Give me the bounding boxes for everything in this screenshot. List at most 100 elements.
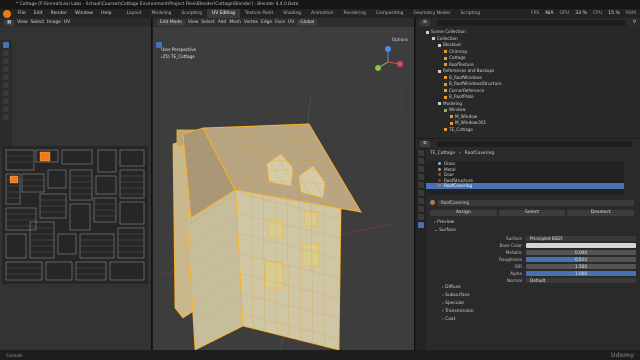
param-slider[interactable]: 1.500 xyxy=(526,263,636,270)
relax-tool-icon[interactable] xyxy=(3,106,9,112)
vp-menu-mesh[interactable]: Mesh xyxy=(229,20,241,25)
menu-render[interactable]: Render xyxy=(47,9,71,18)
preview-section[interactable]: › Preview xyxy=(426,219,636,227)
surface-shader-field[interactable]: Principled BSDF xyxy=(526,235,636,242)
move-icon[interactable] xyxy=(156,58,162,64)
vp-menu-add[interactable]: Add xyxy=(218,20,227,25)
subsection-header[interactable]: › Specular xyxy=(426,300,636,308)
filter-icon[interactable]: ⚲ xyxy=(633,20,636,25)
menu-help[interactable]: Help xyxy=(97,9,115,18)
tab-texture-paint[interactable]: Texture Paint xyxy=(240,9,278,18)
subsection-header[interactable]: › Transmission xyxy=(426,308,636,316)
annotate-tool-icon[interactable] xyxy=(3,90,9,96)
scale-tool-icon[interactable] xyxy=(3,74,9,80)
menu-window[interactable]: Window xyxy=(71,9,97,18)
vp-menu-vertex[interactable]: Vertex xyxy=(244,20,258,25)
material-tab-icon[interactable] xyxy=(418,222,424,228)
zoom-icon[interactable] xyxy=(403,86,409,92)
deselect-button[interactable]: Deselect xyxy=(567,209,635,216)
rotate-tool-icon[interactable] xyxy=(3,66,9,72)
properties-type-icon[interactable]: ⚙ xyxy=(420,140,430,147)
tab-geometry-nodes[interactable]: Geometry Nodes xyxy=(408,9,455,18)
world-tab-icon[interactable] xyxy=(418,190,424,196)
tab-scripting[interactable]: Scripting xyxy=(455,9,485,18)
subsection-header[interactable]: › Diffuse xyxy=(426,284,636,292)
material-slot-label: Door xyxy=(444,172,455,177)
subsection-header[interactable]: › Subsurface xyxy=(426,292,636,300)
uv-menu-view[interactable]: View xyxy=(17,20,27,25)
camera-view-icon[interactable] xyxy=(403,102,409,108)
surface-section[interactable]: ⌄ Surface xyxy=(426,227,636,235)
subsection-header[interactable]: › Coat xyxy=(426,316,636,324)
param-slider[interactable]: 0.500 xyxy=(526,256,636,263)
modifier-tab-icon[interactable] xyxy=(418,206,424,212)
base-color-swatch[interactable] xyxy=(526,242,636,249)
select-button[interactable]: Select xyxy=(498,209,566,216)
blender-logo-icon[interactable] xyxy=(3,9,11,18)
outliner-search-input[interactable] xyxy=(436,19,626,26)
outliner-item-icon xyxy=(438,102,441,105)
assign-button[interactable]: Assign xyxy=(430,209,497,216)
vp-menu-uv[interactable]: UV xyxy=(288,20,294,25)
properties-search-input[interactable] xyxy=(436,140,632,147)
material-swatch-icon xyxy=(438,162,441,166)
rotate-icon[interactable] xyxy=(156,66,162,72)
uv-menu-uv[interactable]: UV xyxy=(64,20,70,25)
tab-animation[interactable]: Animation xyxy=(306,9,338,18)
pan-icon[interactable] xyxy=(403,94,409,100)
navigation-gizmo[interactable] xyxy=(370,44,406,80)
cottage-mesh[interactable] xyxy=(161,94,391,350)
normal-field[interactable]: Default xyxy=(526,277,636,284)
viewport-overlay-text: User Perspective (25) TE_Cottage xyxy=(161,46,196,60)
base-color-row: Base Color xyxy=(426,242,636,249)
tab-sculpting[interactable]: Sculpting xyxy=(176,9,207,18)
select-tool-icon[interactable] xyxy=(3,42,9,48)
material-sphere-icon[interactable] xyxy=(430,200,435,205)
cursor-tool-icon[interactable] xyxy=(3,50,9,56)
editor-type-icon[interactable]: ▦ xyxy=(4,19,15,26)
menu-edit[interactable]: Edit xyxy=(30,9,47,18)
vp-menu-edge[interactable]: Edge xyxy=(261,20,272,25)
param-slider[interactable]: 1.000 xyxy=(526,270,636,277)
scale-icon[interactable] xyxy=(156,74,162,80)
tab-layout[interactable]: Layout xyxy=(122,9,147,18)
tab-compositing[interactable]: Compositing xyxy=(371,9,409,18)
surface-label: Surface xyxy=(506,236,522,241)
tab-modeling[interactable]: Modeling xyxy=(147,9,177,18)
tab-uv-editing[interactable]: UV Editing xyxy=(207,9,240,18)
scene-tab-icon[interactable] xyxy=(418,182,424,188)
output-tab-icon[interactable] xyxy=(418,166,424,172)
select-box-icon[interactable] xyxy=(156,42,162,48)
ortho-toggle-icon[interactable] xyxy=(403,110,409,116)
render-tab-icon[interactable] xyxy=(418,158,424,164)
vp-menu-select[interactable]: Select xyxy=(201,20,215,25)
tool-tab-icon[interactable] xyxy=(418,150,424,156)
3d-viewport[interactable]: Edit Mode View Select Add Mesh Vertex Ed… xyxy=(153,18,415,350)
vp-menu-face[interactable]: Face xyxy=(275,20,285,25)
param-slider[interactable]: 0.000 xyxy=(526,249,636,256)
transform-tool-icon[interactable] xyxy=(3,82,9,88)
mode-dropdown[interactable]: Edit Mode xyxy=(157,19,185,26)
viewport-options[interactable]: Options xyxy=(392,37,408,42)
material-name-field[interactable]: RoofCovering xyxy=(438,199,634,206)
tab-rendering[interactable]: Rendering xyxy=(338,9,370,18)
move-tool-icon[interactable] xyxy=(3,58,9,64)
material-slot[interactable]: RoofCovering xyxy=(426,183,624,189)
data-tab-icon[interactable] xyxy=(418,214,424,220)
view-layer-tab-icon[interactable] xyxy=(418,174,424,180)
transform-orientation-dropdown[interactable]: Global xyxy=(297,19,318,26)
pinch-tool-icon[interactable] xyxy=(3,114,9,120)
grab-tool-icon[interactable] xyxy=(3,98,9,104)
outliner-type-icon[interactable]: ☰ xyxy=(420,19,430,26)
uv-menu-image[interactable]: Image xyxy=(47,20,61,25)
menu-file[interactable]: File xyxy=(14,9,30,18)
uv-layout-canvas[interactable] xyxy=(2,146,148,284)
uv-menu-select[interactable]: Select xyxy=(31,20,45,25)
outliner-item[interactable]: TE_Cottage xyxy=(426,127,640,134)
outliner-item-icon xyxy=(438,43,441,47)
object-tab-icon[interactable] xyxy=(418,198,424,204)
cursor-icon[interactable] xyxy=(156,50,162,56)
tab-shading[interactable]: Shading xyxy=(278,9,306,18)
transform-icon[interactable] xyxy=(156,82,162,88)
vp-menu-view[interactable]: View xyxy=(188,20,198,25)
